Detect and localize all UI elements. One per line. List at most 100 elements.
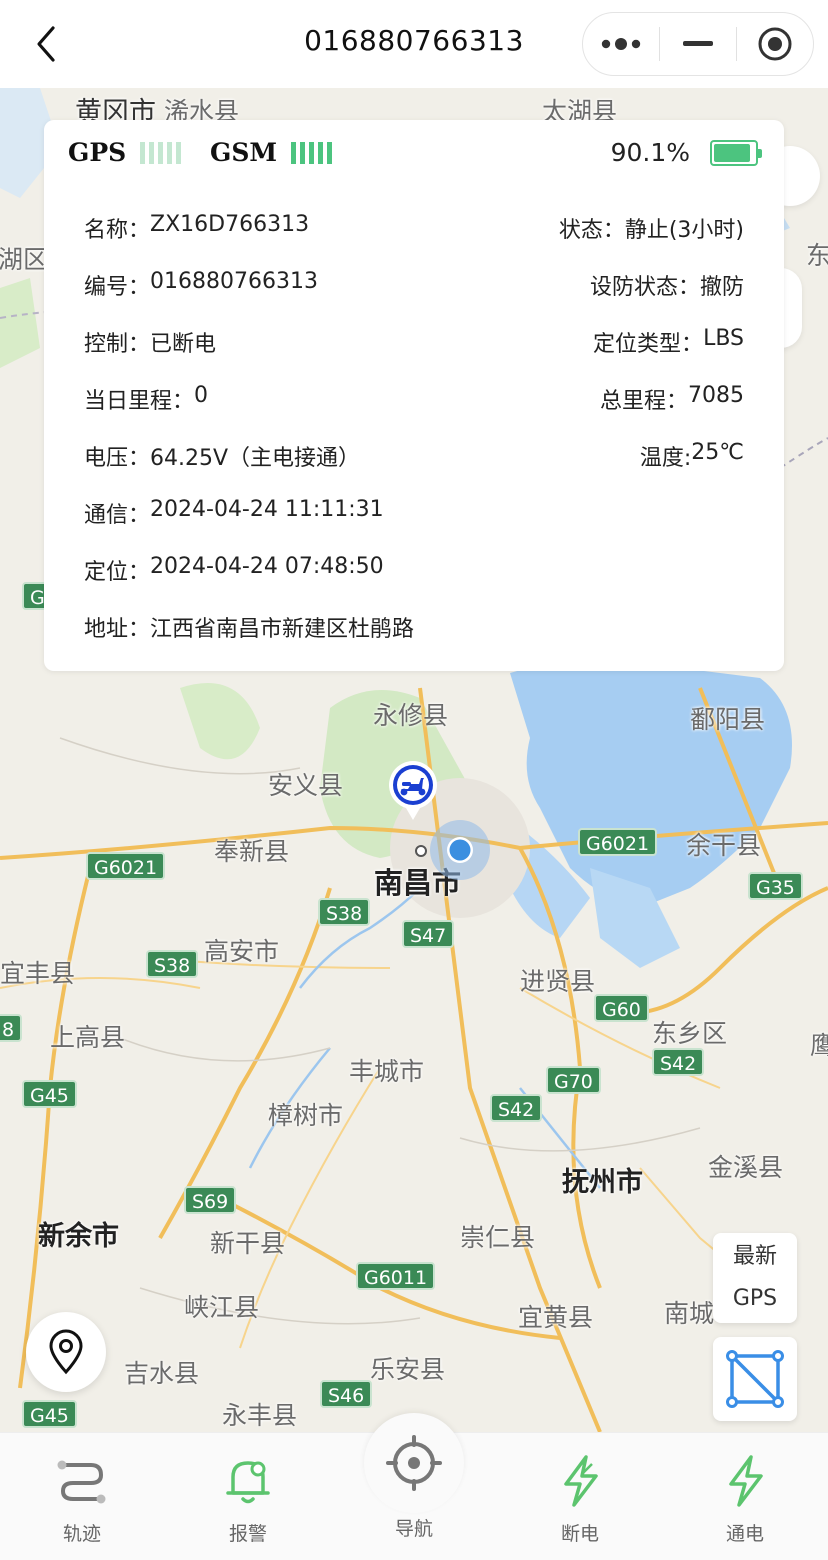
map-place-label: 鄱阳县 bbox=[690, 705, 766, 734]
target-circle-icon bbox=[758, 27, 792, 61]
more-button[interactable] bbox=[583, 13, 659, 75]
tab-label: 通电 bbox=[725, 1523, 764, 1545]
current-location-icon bbox=[430, 820, 490, 880]
map-place-label: 高安市 bbox=[204, 937, 280, 966]
signal-bar bbox=[291, 141, 297, 164]
id-field: 编号： 016880766313 bbox=[84, 269, 318, 301]
tab-navigate[interactable] bbox=[364, 1413, 464, 1513]
info-row: 名称： ZX16D766313 状态： 静止(3小时) bbox=[84, 212, 744, 244]
arm-state-field: 设防状态： 撤防 bbox=[590, 269, 744, 301]
map-place-label: 永丰县 bbox=[222, 1401, 298, 1430]
fix-time-label: 定位： bbox=[84, 560, 151, 585]
highway-shield: S42 bbox=[652, 1048, 705, 1076]
name-label: 名称： bbox=[84, 218, 151, 243]
map-place-label: 乐安县 bbox=[370, 1355, 446, 1384]
signal-bar bbox=[300, 141, 306, 164]
latest-gps-label-2: GPS bbox=[732, 1286, 778, 1311]
scooter-marker-icon[interactable] bbox=[386, 758, 440, 822]
map-place-label: 上高县 bbox=[50, 1023, 126, 1052]
battery-percent: 90.1% bbox=[610, 138, 690, 167]
tab-power-on[interactable]: 通电 bbox=[685, 1433, 805, 1560]
info-row: 通信： 2024-04-24 11:11:31 bbox=[84, 497, 744, 528]
crosshair-icon bbox=[386, 1435, 442, 1491]
control-value: 已断电 bbox=[150, 332, 217, 357]
highway-shield: G60 bbox=[594, 994, 649, 1022]
map-place-label: 抚州市 bbox=[562, 1167, 643, 1198]
temperature-label: 温度: bbox=[639, 446, 692, 471]
map-place-label: 新干县 bbox=[210, 1229, 286, 1258]
more-dots-icon bbox=[601, 38, 641, 50]
map-place-label: 宜黄县 bbox=[518, 1303, 594, 1332]
highway-shield: S38 bbox=[146, 950, 199, 978]
highway-shield: S47 bbox=[402, 920, 455, 948]
locate-button[interactable] bbox=[26, 1312, 106, 1392]
signal-bar bbox=[158, 141, 164, 164]
map-place-label: 宜丰县 bbox=[0, 959, 76, 988]
highway-shield: S38 bbox=[318, 898, 371, 926]
voltage-label: 电压： bbox=[84, 446, 151, 471]
day-mileage-field: 当日里程： 0 bbox=[84, 383, 208, 415]
loc-type-field: 定位类型： LBS bbox=[593, 326, 744, 358]
fit-bounds-icon bbox=[726, 1350, 784, 1408]
voltage-value: 64.25V（主电接通） bbox=[150, 446, 361, 471]
id-value: 016880766313 bbox=[150, 269, 318, 294]
state-field: 状态： 静止(3小时) bbox=[559, 212, 744, 244]
battery-icon bbox=[710, 140, 762, 166]
bell-icon bbox=[218, 1451, 278, 1511]
name-value: ZX16D766313 bbox=[150, 212, 310, 237]
temperature-field: 温度: 25℃ bbox=[640, 440, 744, 472]
city-dot-icon bbox=[415, 845, 427, 857]
fix-time-value: 2024-04-24 07:48:50 bbox=[150, 554, 384, 579]
info-row: 定位： 2024-04-24 07:48:50 bbox=[84, 554, 744, 586]
gsm-signal-bars bbox=[291, 141, 333, 164]
temperature-value: 25℃ bbox=[691, 440, 744, 465]
highway-shield: G6021 bbox=[86, 852, 166, 880]
minimize-button[interactable] bbox=[660, 13, 736, 75]
tab-alarm[interactable]: 报警 bbox=[188, 1433, 308, 1560]
battery-tip bbox=[758, 149, 762, 158]
highway-shield: G45 bbox=[22, 1080, 77, 1108]
gsm-signal: GSM bbox=[210, 138, 333, 167]
control-label: 控制： bbox=[84, 332, 151, 357]
state-label: 状态： bbox=[558, 218, 625, 243]
map-place-label: 樟树市 bbox=[268, 1101, 344, 1130]
tab-power-off[interactable]: 断电 bbox=[520, 1433, 640, 1560]
map-place-label: 湖区 bbox=[0, 245, 49, 274]
latest-gps-button[interactable]: 最新 GPS bbox=[713, 1233, 797, 1323]
fix-time-field: 定位： 2024-04-24 07:48:50 bbox=[84, 554, 384, 586]
fit-bounds-button[interactable] bbox=[713, 1337, 797, 1421]
tab-label: 断电 bbox=[560, 1523, 599, 1545]
name-field: 名称： ZX16D766313 bbox=[84, 212, 309, 244]
info-row: 控制： 已断电 定位类型： LBS bbox=[84, 326, 744, 358]
signal-bar bbox=[309, 141, 315, 164]
map-place-label: 永修县 bbox=[373, 701, 449, 730]
gps-signal: GPS bbox=[68, 138, 182, 167]
map-place-label: 新余市 bbox=[38, 1221, 119, 1252]
map-place-label: 奉新县 bbox=[214, 837, 290, 866]
highway-shield: S42 bbox=[490, 1094, 543, 1122]
map-place-label: 东乡区 bbox=[652, 1019, 728, 1048]
gps-label: GPS bbox=[68, 138, 127, 167]
info-row: 电压： 64.25V（主电接通） 温度: 25℃ bbox=[84, 440, 744, 472]
track-icon bbox=[52, 1451, 112, 1511]
map-place-label: 吉水县 bbox=[124, 1359, 200, 1388]
close-button[interactable] bbox=[737, 13, 813, 75]
signal-bar bbox=[176, 141, 182, 164]
total-mileage-label: 总里程： bbox=[599, 389, 688, 414]
battery-fill bbox=[714, 144, 751, 162]
map-place-label: 东 bbox=[806, 241, 828, 270]
signal-bar bbox=[140, 141, 146, 164]
highway-shield: S69 bbox=[184, 1186, 237, 1214]
latest-gps-label-1: 最新 bbox=[732, 1244, 777, 1269]
signal-bar bbox=[149, 141, 155, 164]
minus-icon bbox=[683, 41, 713, 46]
location-pin-icon bbox=[49, 1329, 83, 1375]
address-field: 地址： 江西省南昌市新建区杜鹃路 bbox=[84, 611, 414, 643]
tab-track[interactable]: 轨迹 bbox=[22, 1433, 142, 1560]
day-mileage-value: 0 bbox=[194, 383, 209, 408]
day-mileage-label: 当日里程： bbox=[84, 389, 195, 414]
highway-shield: G45 bbox=[22, 1400, 77, 1428]
map-place-label: 金溪县 bbox=[708, 1153, 784, 1182]
highway-shield: G6011 bbox=[356, 1262, 436, 1290]
arm-state-label: 设防状态： bbox=[589, 275, 700, 300]
